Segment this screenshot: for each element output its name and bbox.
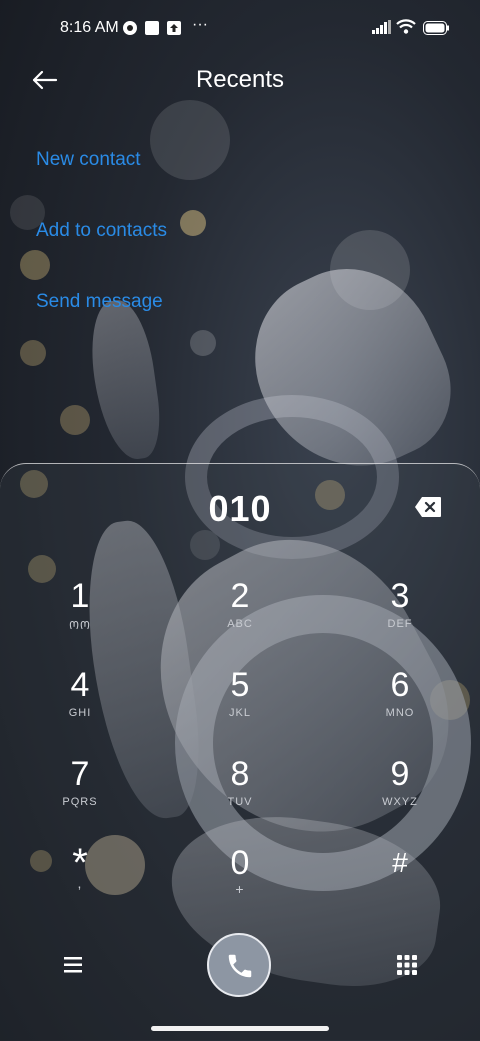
key-9[interactable]: 9 WXYZ [340, 756, 460, 836]
app-icon [144, 20, 160, 41]
key-2[interactable]: 2 ABC [180, 578, 300, 658]
menu-icon[interactable] [62, 956, 84, 974]
status-time: 8:16 AM [60, 19, 119, 36]
phone-icon [225, 951, 255, 986]
key-digit: 2 [230, 577, 250, 615]
key-letters: PQRS [62, 796, 98, 808]
key-hash[interactable]: # [340, 845, 460, 925]
key-letters: TUV [227, 796, 253, 808]
backspace-icon[interactable] [414, 496, 442, 518]
key-0[interactable]: 0 + [180, 845, 300, 925]
signal-icon [372, 20, 392, 39]
wifi-icon [396, 18, 416, 39]
key-letters: WXYZ [382, 796, 418, 808]
call-button[interactable] [207, 933, 271, 997]
home-indicator[interactable] [151, 1026, 329, 1031]
key-6[interactable]: 6 MNO [340, 667, 460, 747]
dialpad-icon[interactable] [396, 954, 418, 976]
key-3[interactable]: 3 DEF [340, 578, 460, 658]
key-letters: ABC [227, 618, 253, 630]
send-message-link[interactable]: Send message [36, 291, 163, 313]
more-notifications-icon: ··· [192, 16, 208, 33]
key-digit: 6 [390, 666, 410, 704]
key-digit: 1 [70, 577, 90, 615]
key-letters: MNO [385, 707, 415, 719]
key-digit: 4 [70, 666, 90, 704]
key-digit: 9 [390, 755, 410, 793]
key-digit: 5 [230, 666, 250, 704]
notification-icon [122, 20, 138, 41]
upload-icon [166, 20, 182, 41]
key-letters: GHI [68, 707, 92, 719]
battery-icon [423, 21, 449, 40]
key-letters: DEF [387, 618, 413, 630]
new-contact-link[interactable]: New contact [36, 149, 141, 171]
key-digit: # [392, 847, 408, 878]
page-title: Recents [195, 66, 285, 93]
key-star[interactable]: *, [20, 843, 140, 925]
status-bar: 8:16 AM ··· [0, 0, 480, 56]
key-4[interactable]: 4 GHI [20, 667, 140, 747]
add-to-contacts-link[interactable]: Add to contacts [36, 220, 167, 242]
key-letters: ᲝᲝ [69, 620, 91, 632]
key-8[interactable]: 8 TUV [180, 756, 300, 836]
key-digit: 7 [70, 755, 90, 793]
key-letters: JKL [229, 707, 251, 719]
key-letters: + [235, 881, 245, 897]
key-letters: , [77, 875, 83, 891]
key-digit: 8 [230, 755, 250, 793]
key-7[interactable]: 7 PQRS [20, 756, 140, 836]
key-digit: 0 [230, 844, 250, 882]
key-5[interactable]: 5 JKL [180, 667, 300, 747]
key-digit: 3 [390, 577, 410, 615]
key-1[interactable]: 1 ᲝᲝ [20, 578, 140, 658]
dialed-number: 010 [208, 488, 272, 529]
